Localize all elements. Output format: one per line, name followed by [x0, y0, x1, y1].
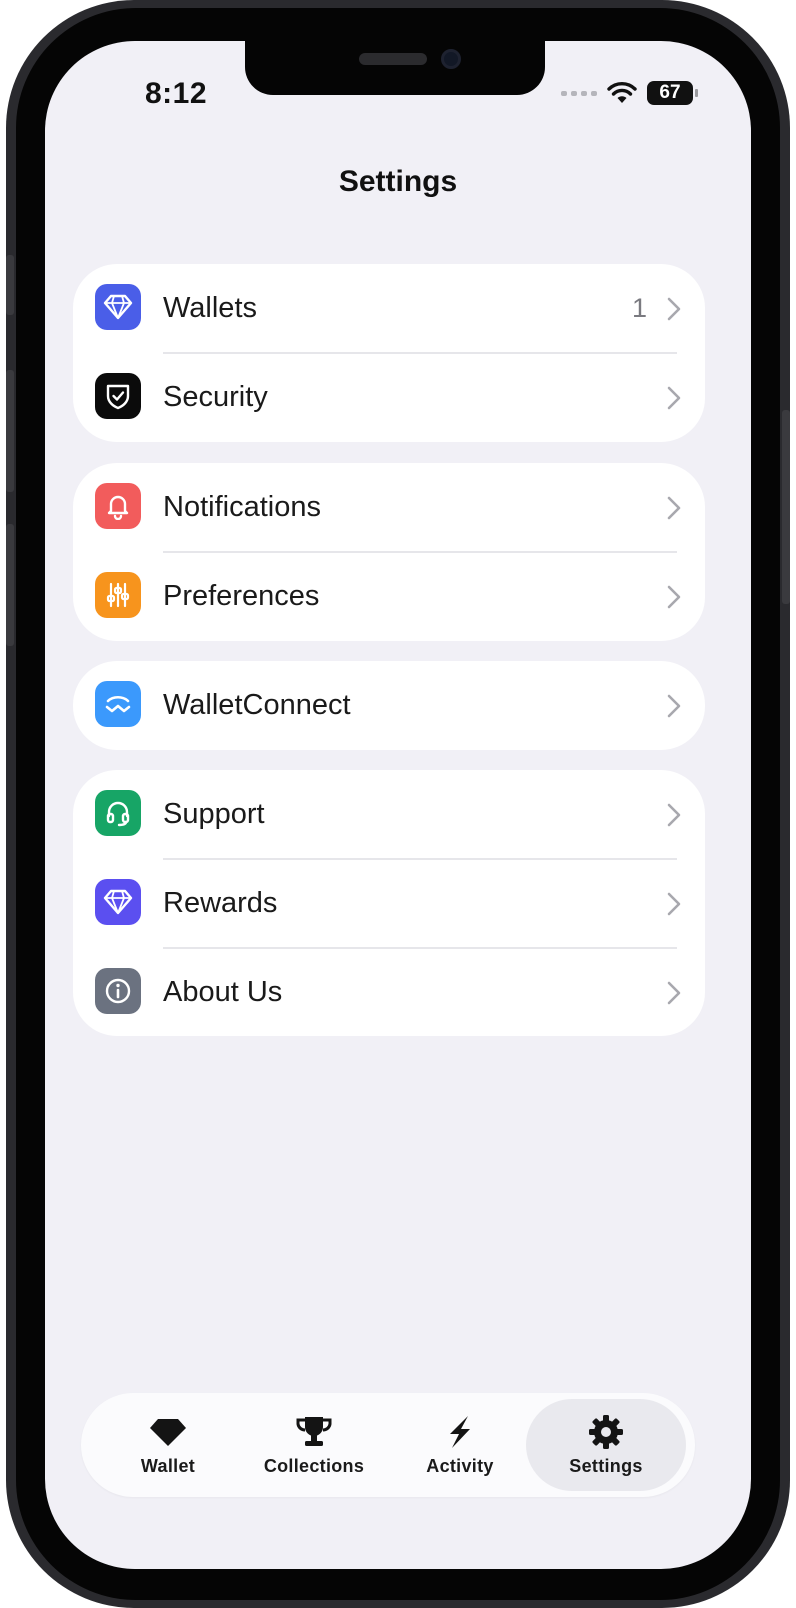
settings-row-about-us[interactable]: About Us	[73, 948, 705, 1037]
tab-settings[interactable]: Settings	[526, 1399, 686, 1491]
settings-row-security[interactable]: Security	[73, 353, 705, 442]
chevron-right-icon	[667, 386, 681, 410]
chevron-right-icon	[667, 496, 681, 520]
settings-row-label: WalletConnect	[163, 689, 351, 721]
diamond-icon	[95, 284, 141, 330]
settings-row-label: Rewards	[163, 887, 278, 919]
shield-check-icon	[95, 373, 141, 419]
bell-icon	[95, 483, 141, 529]
chevron-right-icon	[667, 297, 681, 321]
chevron-right-icon	[667, 694, 681, 718]
settings-row-wallets[interactable]: Wallets 1	[73, 264, 705, 353]
page-title: Settings	[338, 165, 458, 198]
battery-indicator: 67	[647, 81, 698, 105]
lightning-icon	[442, 1414, 478, 1450]
settings-row-support[interactable]: Support	[73, 770, 705, 859]
tab-label: Collections	[263, 1455, 365, 1476]
diamond-icon	[95, 879, 141, 925]
headset-icon	[95, 790, 141, 836]
settings-row-rewards[interactable]: Rewards	[73, 859, 705, 948]
chevron-right-icon	[667, 892, 681, 916]
chevron-right-icon	[667, 585, 681, 609]
wallets-count-badge: 1	[631, 293, 647, 323]
silent-switch	[6, 255, 14, 315]
speaker	[359, 53, 427, 65]
power-button	[782, 410, 790, 604]
volume-down-button	[6, 524, 14, 646]
settings-row-label: Support	[163, 798, 265, 830]
sliders-icon	[95, 572, 141, 618]
gear-icon	[588, 1414, 624, 1450]
tab-label: Settings	[569, 1455, 643, 1476]
settings-row-label: About Us	[163, 976, 283, 1008]
screen: 8:12 67 Settings Wallets 1 Security Noti…	[45, 41, 751, 1569]
settings-row-notifications[interactable]: Notifications	[73, 463, 705, 552]
settings-row-label: Security	[163, 381, 268, 413]
cellular-signal-icon	[561, 90, 597, 96]
settings-group-info: Support Rewards About Us	[73, 770, 705, 1036]
settings-group-connect: WalletConnect	[73, 661, 705, 750]
tab-wallet[interactable]: Wallet	[88, 1399, 248, 1491]
settings-row-preferences[interactable]: Preferences	[73, 552, 705, 641]
wifi-icon	[607, 82, 637, 103]
settings-group-account: Wallets 1 Security	[73, 264, 705, 442]
tab-bar: Wallet Collections Activity Settings	[81, 1393, 695, 1497]
front-camera	[441, 49, 461, 69]
walletconnect-icon	[95, 681, 141, 727]
settings-row-label: Preferences	[163, 580, 320, 612]
settings-row-label: Notifications	[163, 491, 321, 523]
settings-row-walletconnect[interactable]: WalletConnect	[73, 661, 705, 750]
gem-icon	[148, 1414, 188, 1450]
volume-up-button	[6, 370, 14, 492]
notch	[245, 41, 545, 95]
tab-collections[interactable]: Collections	[234, 1399, 394, 1491]
info-icon	[95, 968, 141, 1014]
settings-row-label: Wallets	[163, 292, 257, 324]
status-time: 8:12	[145, 77, 208, 110]
trophy-icon	[294, 1414, 334, 1450]
settings-group-app: Notifications Preferences	[73, 463, 705, 641]
tab-activity[interactable]: Activity	[380, 1399, 540, 1491]
status-indicators: 67	[561, 81, 698, 105]
tab-label: Wallet	[140, 1455, 196, 1476]
tab-label: Activity	[426, 1455, 494, 1476]
chevron-right-icon	[667, 981, 681, 1005]
chevron-right-icon	[667, 803, 681, 827]
